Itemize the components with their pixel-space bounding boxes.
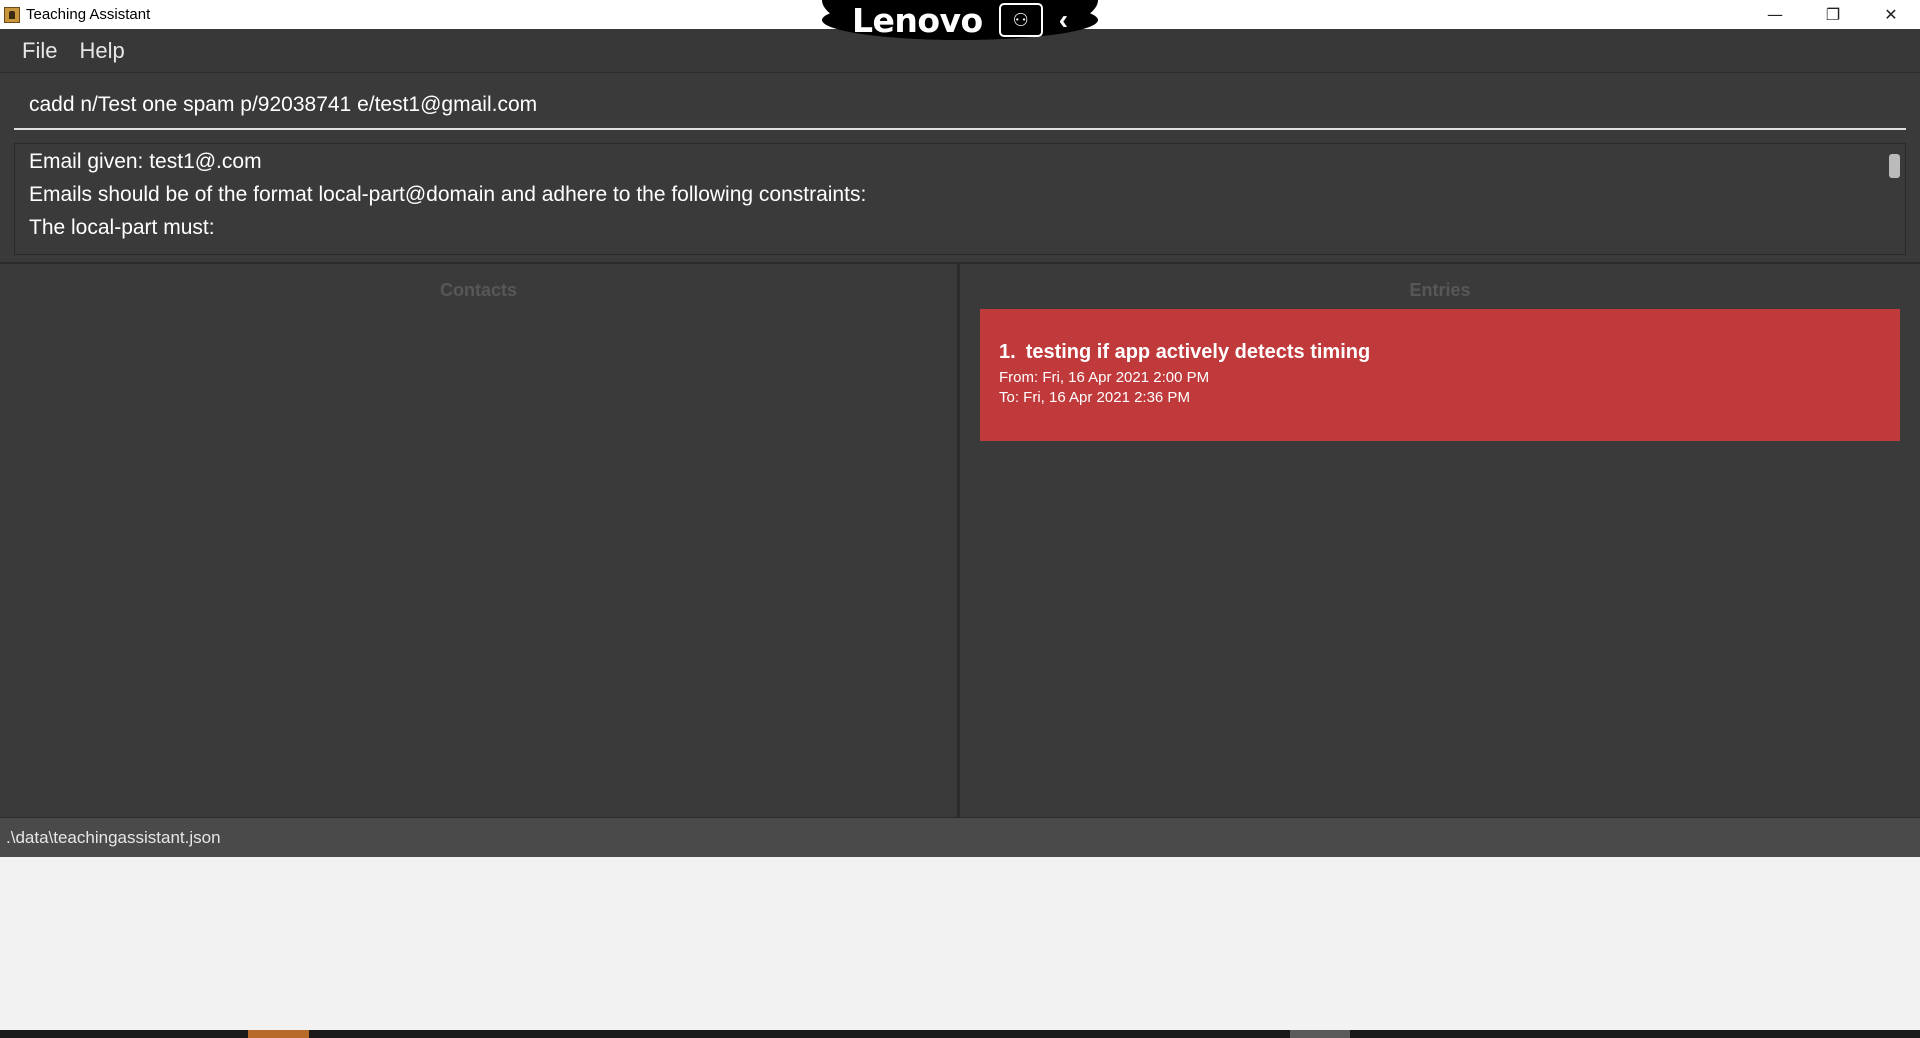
- entry-index: 1.: [999, 341, 1016, 363]
- menu-file[interactable]: File: [14, 38, 65, 64]
- entry-name: testing if app actively detects timing: [1025, 341, 1371, 363]
- result-display[interactable]: Email given: test1@.com Emails should be…: [14, 143, 1906, 255]
- minimize-button[interactable]: —: [1746, 0, 1804, 29]
- command-box: [14, 82, 1906, 130]
- close-button[interactable]: ✕: [1862, 0, 1920, 29]
- entry-title: 1. testing if app actively detects timing: [999, 341, 1900, 364]
- result-line: Emails should be of the format local-par…: [29, 183, 867, 206]
- taskbar-app[interactable]: [1290, 1030, 1350, 1038]
- taskbar: [0, 1030, 1920, 1038]
- chevron-left-icon[interactable]: ‹: [1059, 4, 1068, 36]
- data-file-path: .\data\teachingassistant.json: [6, 827, 221, 847]
- result-scrollbar[interactable]: [1889, 154, 1900, 178]
- window-controls: — ❐ ✕: [1746, 0, 1920, 29]
- title-bar: Teaching Assistant Lenovo ⚇ ‹ — ❐ ✕: [0, 0, 1920, 40]
- entry-card[interactable]: 1. testing if app actively detects timing…: [980, 309, 1900, 441]
- status-bar: .\data\teachingassistant.json: [0, 817, 1920, 857]
- restore-button[interactable]: ❐: [1804, 0, 1862, 29]
- lenovo-logo: Lenovo: [851, 0, 983, 40]
- menu-help[interactable]: Help: [71, 38, 132, 64]
- presenter-icon[interactable]: ⚇: [998, 3, 1043, 37]
- app-icon: [4, 6, 20, 23]
- result-line: The local-part must:: [29, 216, 215, 239]
- lenovo-overlay[interactable]: Lenovo ⚇ ‹: [822, 0, 1098, 40]
- entries-title: Entries: [1409, 280, 1471, 300]
- entry-from: From: Fri, 16 Apr 2021 2:00 PM: [999, 369, 1210, 386]
- contacts-title: Contacts: [439, 280, 517, 300]
- app-window: File Help Email given: test1@.com Emails…: [0, 29, 1920, 857]
- result-line: Email given: test1@.com: [29, 150, 262, 173]
- contacts-pane: Contacts: [0, 264, 960, 817]
- list-panes: Contacts Entries 1. testing if app active…: [0, 262, 1920, 817]
- taskbar-active-app[interactable]: [248, 1030, 309, 1038]
- command-input[interactable]: [14, 82, 1906, 128]
- window-title: Teaching Assistant: [26, 6, 151, 23]
- entry-to: To: Fri, 16 Apr 2021 2:36 PM: [999, 389, 1190, 406]
- entries-pane: Entries 1. testing if app actively detect…: [960, 264, 1920, 817]
